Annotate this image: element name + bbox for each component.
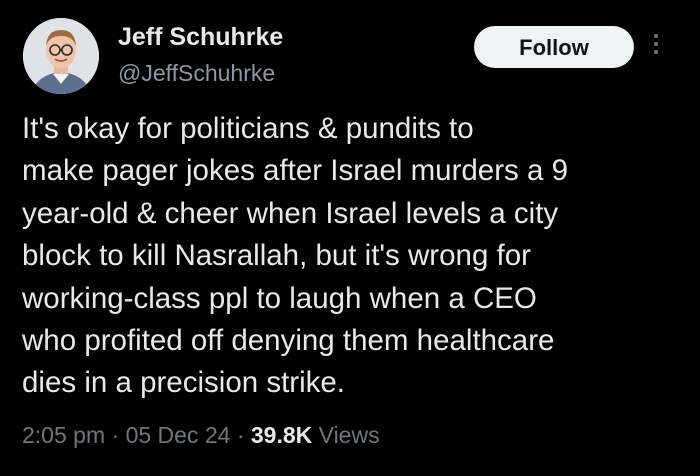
meta-separator: · <box>111 422 120 448</box>
tweet-text-line: make pager jokes after Israel murders a … <box>22 154 568 188</box>
author-display-name[interactable]: Jeff Schuhrke <box>118 22 283 52</box>
tweet-time[interactable]: 2:05 pm <box>22 422 105 448</box>
views-label: Views <box>318 422 380 448</box>
tweet-text: It's okay for politicians & pundits to m… <box>22 108 677 405</box>
tweet-text-line: who profited off denying them healthcare <box>22 324 555 358</box>
tweet-date[interactable]: 05 Dec 24 <box>126 422 231 448</box>
avatar-image <box>23 18 99 94</box>
tweet-header: Jeff Schuhrke @JeffSchuhrke Follow <box>23 14 683 94</box>
tweet-text-line: It's okay for politicians & pundits to <box>22 112 474 145</box>
tweet-text-line: dies in a precision strike. <box>22 366 346 400</box>
avatar[interactable] <box>23 18 99 94</box>
tweet-text-line: year-old & cheer when Israel levels a ci… <box>22 196 559 230</box>
author-names: Jeff Schuhrke @JeffSchuhrke <box>118 22 283 88</box>
tweet-card: Jeff Schuhrke @JeffSchuhrke Follow It's … <box>0 0 700 476</box>
more-vertical-icon[interactable] <box>651 30 661 64</box>
tweet-meta: 2:05 pm · 05 Dec 24 · 39.8K Views <box>22 420 380 450</box>
tweet-text-line: block to kill Nasrallah, but it's wrong … <box>22 239 531 273</box>
meta-separator: · <box>236 422 245 448</box>
follow-button[interactable]: Follow <box>474 26 634 68</box>
views-count: 39.8K <box>250 422 313 448</box>
author-handle[interactable]: @JeffSchuhrke <box>118 58 283 88</box>
tweet-text-line: working-class ppl to laugh when a CEO <box>22 281 537 315</box>
